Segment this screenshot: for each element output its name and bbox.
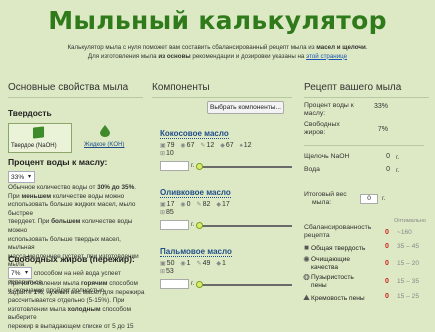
quality-cleansing: ✺Очищающие качества: [303, 255, 351, 272]
recipe-water-value: 33%: [373, 103, 388, 110]
balance-range: ~160: [397, 229, 412, 236]
oil-stats-olive: ▣17 ◉0 ✎82 ◆17: [160, 201, 230, 208]
chevron-down-icon: ▾: [27, 174, 31, 180]
total-unit: г.: [382, 195, 386, 202]
recipe-water-label: Процент воды к маслу:: [304, 102, 354, 117]
quality-bubbly: ❂Пузыристость пены: [303, 273, 354, 290]
intro-line2: Для изготовления мыла: [87, 52, 159, 60]
quality-creamy: ⛰Кремовость пены: [303, 293, 365, 302]
water-amount-label: Вода: [304, 166, 320, 173]
water-percent-label: Процент воды к маслу:: [8, 157, 108, 167]
recipe-heading: Рецепт вашего мыла: [304, 82, 402, 93]
naoh-option[interactable]: Твердое (NaOH): [8, 123, 72, 153]
properties-heading: Основные свойства мыла: [8, 82, 129, 93]
total-weight-input[interactable]: 0: [360, 194, 378, 204]
quality-hardness-value: 0: [385, 243, 389, 250]
oil-stats2-coconut: ⊞10: [160, 150, 174, 157]
balance-label: Сбалансированность рецепта: [304, 224, 372, 239]
bubbles-icon: ✺: [303, 255, 310, 264]
oil-slider-olive[interactable]: [200, 225, 292, 227]
water-percent-value: 33%: [11, 174, 25, 181]
quality-cleansing-value: 0: [385, 260, 389, 267]
oil-slider-handle-palm[interactable]: [196, 281, 203, 288]
quality-hardness: ■ Общая твердость: [302, 243, 365, 252]
quality-cleansing-range: 15 – 20: [397, 260, 419, 267]
total-weight-label: Итоговый вес мыла:: [304, 191, 347, 206]
water-unit: г.: [396, 167, 400, 174]
oil-unit: г.: [191, 162, 195, 169]
superfat-label: Свободных жиров (пережир):: [8, 254, 135, 264]
oil-unit: г.: [191, 221, 195, 228]
oil-stats-palm: ▣50 ◉1 ✎49 ◆1: [160, 260, 226, 267]
oil-name-olive[interactable]: Оливковое масло: [160, 188, 231, 198]
select-components-button[interactable]: Выбрать компоненты...: [207, 101, 284, 114]
quality-creamy-value: 0: [385, 293, 389, 300]
superfat-help-text: При изготовлении мыла горячим способом з…: [8, 280, 145, 330]
quality-bubbly-value: 0: [385, 278, 389, 285]
quality-hardness-range: 35 – 45: [397, 243, 419, 250]
foam-icon: ❂: [303, 273, 310, 282]
divider-right: [304, 97, 429, 98]
divider-middle: [152, 97, 292, 98]
naoh-unit: г.: [396, 154, 400, 161]
optimal-header: Оптимально: [394, 218, 426, 224]
recipe-freefat-value: 7%: [377, 126, 388, 133]
cream-icon: ⛰: [303, 293, 310, 302]
hardness-label: Твердость: [8, 108, 52, 118]
quality-creamy-range: 15 – 25: [397, 293, 419, 300]
recipe-freefat-label: Свободных жиров:: [304, 121, 340, 136]
cube-icon: ■: [304, 243, 309, 252]
oil-stats2-palm: ⊞53: [160, 268, 174, 275]
naoh-amount-label: Щелочь NaOH: [304, 153, 350, 160]
superfat-value: 7%: [11, 270, 21, 277]
quality-bubbly-range: 15 – 35: [397, 278, 419, 285]
oil-slider-palm[interactable]: [200, 284, 292, 286]
divider-left: [8, 97, 143, 98]
recipe-divider: [304, 145, 424, 146]
oil-stats2-olive: ⊞85: [160, 209, 174, 216]
liquid-drop-icon: [100, 125, 110, 137]
oil-slider-coconut[interactable]: [200, 166, 292, 168]
water-amount-value: 0: [386, 166, 390, 173]
oil-slider-handle-coconut[interactable]: [196, 163, 203, 170]
chevron-down-icon: ▾: [24, 270, 28, 276]
oil-unit: г.: [191, 280, 195, 287]
koh-option[interactable]: Жидкое (KOH): [78, 123, 136, 151]
intro-line1-end: .: [365, 44, 368, 51]
oil-name-palm[interactable]: Пальмовое масло: [160, 247, 232, 257]
water-percent-select[interactable]: 33% ▾: [8, 171, 35, 183]
oil-slider-handle-olive[interactable]: [196, 222, 203, 229]
intro-line2-bold: из основы: [158, 52, 191, 60]
oil-name-coconut[interactable]: Кокосовое масло: [160, 129, 229, 139]
oil-weight-input-olive[interactable]: [160, 220, 189, 230]
balance-value: 0: [385, 229, 389, 236]
oil-stats-coconut: ▣79 ◉67 ✎12 ◆67 ♠12: [160, 142, 252, 149]
solid-soap-icon: [32, 126, 45, 139]
app-title: Мыльный калькулятор: [48, 6, 387, 35]
oil-weight-input-palm[interactable]: [160, 279, 189, 289]
intro-line1-bold: масел и щелочи: [316, 44, 366, 51]
naoh-label: Твердое (NaOH): [11, 143, 57, 149]
intro-link[interactable]: этой странице: [306, 53, 347, 60]
oil-weight-input-coconut[interactable]: [160, 161, 189, 171]
koh-label: Жидкое (KOH): [84, 142, 125, 148]
superfat-select[interactable]: 7% ▾: [8, 267, 32, 279]
components-heading: Компоненты: [152, 82, 210, 93]
naoh-amount-value: 0: [386, 153, 390, 160]
intro-line2-mid: рекомендации и дозировки указаны на: [190, 52, 307, 60]
intro-text: Калькулятор мыла с нуля поможет вам сост…: [0, 44, 435, 61]
intro-line1: Калькулятор мыла с нуля поможет вам сост…: [67, 44, 317, 51]
